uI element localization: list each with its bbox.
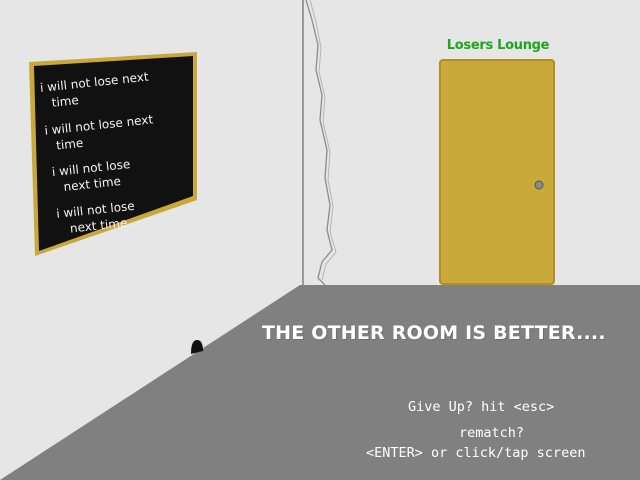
losers-lounge-door[interactable] xyxy=(439,59,555,285)
door-sign: Losers Lounge xyxy=(446,38,550,53)
enter-prompt[interactable]: <ENTER> or click/tap screen xyxy=(366,445,585,461)
door-knob-icon xyxy=(534,180,544,190)
rematch-prompt[interactable]: rematch? xyxy=(459,425,524,441)
game-scene[interactable]: i will not lose next time i will not los… xyxy=(0,0,640,480)
give-up-prompt[interactable]: Give Up? hit <esc> xyxy=(408,399,554,415)
chalk-line-4: time xyxy=(56,136,84,153)
chalk-line-2: time xyxy=(51,93,79,110)
game-over-headline: THE OTHER ROOM IS BETTER.... xyxy=(262,322,606,344)
